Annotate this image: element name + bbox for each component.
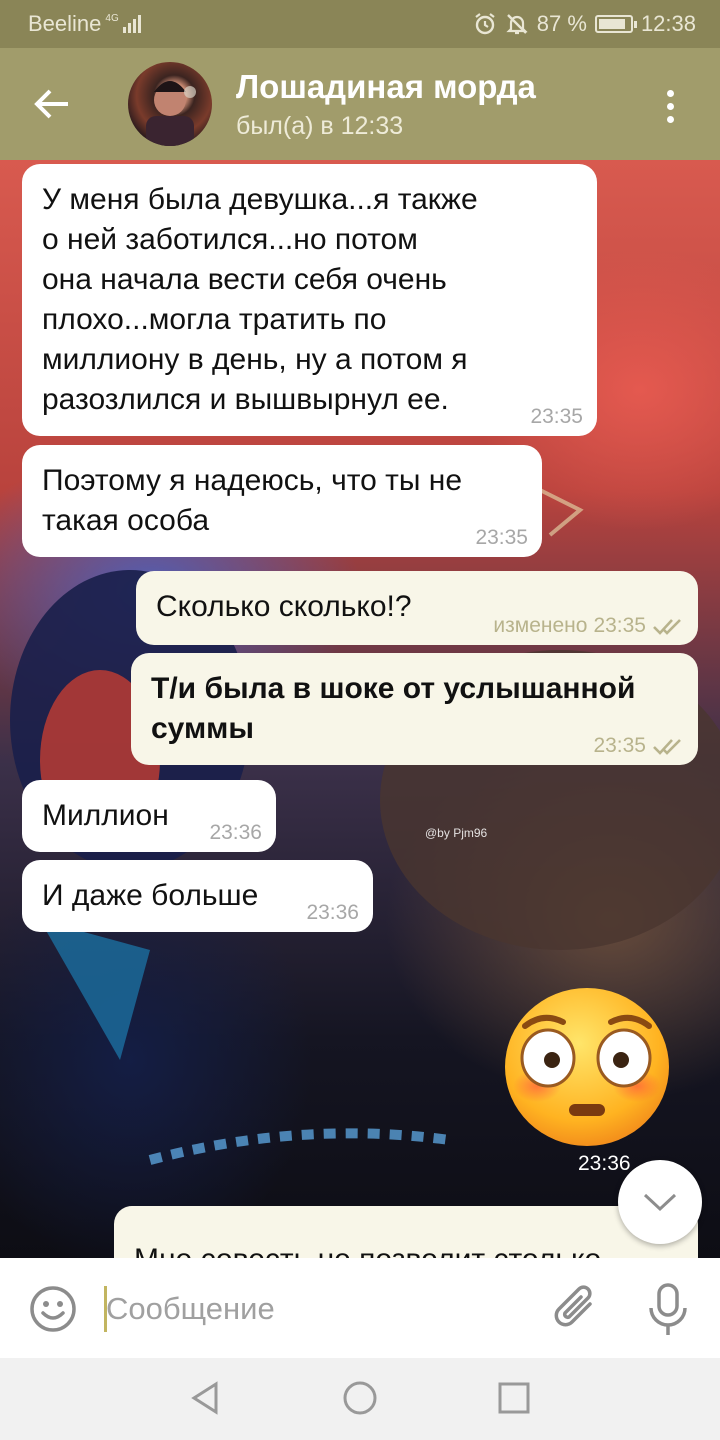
chevron-down-icon [643,1193,677,1212]
message-bubble-outgoing[interactable]: Т/и была в шоке от услышанной суммы 23:3… [131,653,698,765]
nav-back-icon[interactable] [186,1378,226,1418]
double-check-icon [653,739,681,755]
status-bar: Beeline 4G 87 % 12:38 [0,0,720,48]
clock: 12:38 [640,11,696,36]
message-bubble-outgoing[interactable]: Мне совесть не позволит столько [114,1206,698,1258]
message-composer [0,1258,720,1358]
flushed-face-emoji[interactable] [503,986,671,1148]
nav-home-icon[interactable] [340,1378,380,1418]
message-time: 23:35 [530,405,583,428]
emoji-icon[interactable] [28,1284,78,1334]
carrier-info: Beeline 4G [28,11,143,37]
status-icons: 87 % 12:38 [473,11,696,37]
carrier-name: Beeline [28,11,102,36]
message-bubble-incoming[interactable]: Миллион 23:36 [22,780,276,852]
message-time: 23:35 [593,734,646,757]
message-time: 23:36 [306,901,359,924]
chat-title[interactable]: Лошадиная морда [236,68,536,106]
message-text: Поэтому я надеюсь, что ты не такая особа [42,464,463,537]
message-meta: 23:35 [593,735,684,757]
network-type: 4G [105,12,119,24]
back-button[interactable] [22,74,82,134]
message-bubble-outgoing[interactable]: Сколько сколько!? изменено 23:35 [136,571,698,645]
scroll-down-button[interactable] [618,1160,702,1244]
back-arrow-icon [34,89,68,119]
message-bubble-incoming[interactable]: Поэтому я надеюсь, что ты не такая особа… [22,445,542,557]
chat-messages[interactable]: @by Pjm96 У меня была девушка...я также … [0,160,720,1258]
chat-header: Лошадиная морда был(а) в 12:33 [0,48,720,160]
double-check-icon [653,619,681,635]
battery-percent: 87 % [536,11,587,36]
edited-label: изменено [493,614,588,637]
avatar[interactable] [128,62,212,146]
message-meta: изменено 23:35 [493,615,684,637]
nav-recent-icon[interactable] [494,1378,534,1418]
last-seen-status: был(а) в 12:33 [236,112,404,140]
message-input[interactable] [106,1284,526,1334]
sticker-time: 23:36 [578,1152,631,1175]
attach-icon[interactable] [552,1282,600,1334]
system-nav-bar [0,1358,720,1440]
message-bubble-incoming[interactable]: У меня была девушка...я также о ней забо… [22,164,597,436]
signal-icon [122,15,141,33]
more-vert-icon[interactable] [642,78,698,134]
message-time: 23:36 [209,821,262,844]
mic-icon[interactable] [646,1282,690,1338]
message-time: 23:35 [593,614,646,637]
message-text: У меня была девушка...я также о ней забо… [42,183,478,416]
battery-icon [594,15,637,33]
message-time: 23:35 [475,526,528,549]
wallpaper-watermark: @by Pjm96 [425,826,488,840]
alarm-icon [475,13,495,35]
mute-icon [506,14,528,35]
avatar-photo [146,81,196,146]
message-bubble-incoming[interactable]: И даже больше 23:36 [22,860,373,932]
message-text: Мне совесть не позволит столько [134,1240,678,1258]
